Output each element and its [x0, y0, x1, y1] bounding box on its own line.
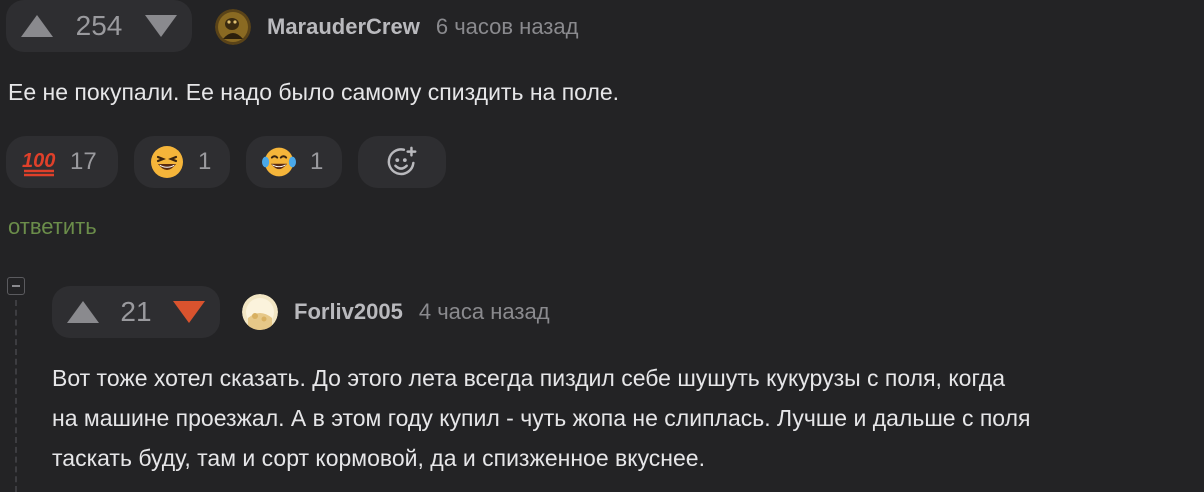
upvote-button[interactable]: [6, 15, 68, 37]
downvote-button[interactable]: [130, 15, 192, 37]
grinning-squinting-face-icon: [150, 145, 184, 179]
vote-widget: 21: [52, 286, 220, 338]
hundred-points-icon: 100: [22, 145, 56, 179]
comments-section: 254 MarauderCrew 6 часов назад Ее не пок…: [0, 0, 1204, 492]
vote-count: 21: [120, 296, 152, 327]
comment-timestamp[interactable]: 4 часа назад: [419, 299, 550, 325]
avatar[interactable]: [215, 9, 251, 45]
reaction-count: 1: [310, 148, 324, 175]
vote-widget: 254: [6, 0, 192, 52]
comment-text-line: на машине проезжал. А в этом году купил …: [52, 405, 1031, 431]
svg-text:100: 100: [22, 150, 55, 172]
add-reaction-button[interactable]: [358, 136, 446, 188]
reaction-tears-of-joy[interactable]: 1: [246, 136, 342, 188]
comment-text-line: Вот тоже хотел сказать. До этого лета вс…: [52, 365, 1006, 391]
upvote-button[interactable]: [52, 301, 114, 323]
author-name[interactable]: Forliv2005: [294, 299, 403, 325]
comment-text: Вот тоже хотел сказать. До этого лета вс…: [52, 358, 1202, 478]
vote-count: 254: [75, 10, 123, 41]
comment-timestamp[interactable]: 6 часов назад: [436, 14, 579, 40]
collapse-thread-button[interactable]: [7, 277, 25, 295]
reaction-count: 1: [198, 148, 212, 175]
comment-header: MarauderCrew 6 часов назад: [215, 9, 578, 45]
downvote-arrow-icon: [145, 15, 177, 37]
reaction-hundred[interactable]: 100 17: [6, 136, 118, 188]
reaction-grin[interactable]: 1: [134, 136, 230, 188]
reply-link[interactable]: ответить: [8, 214, 97, 240]
tears-of-joy-face-icon: [262, 145, 296, 179]
reaction-count: 17: [70, 148, 97, 175]
upvote-arrow-icon: [21, 15, 53, 37]
downvote-arrow-icon: [173, 301, 205, 323]
author-name[interactable]: MarauderCrew: [267, 14, 420, 40]
avatar[interactable]: [242, 294, 278, 330]
upvote-arrow-icon: [67, 301, 99, 323]
comment-text-line: таскать буду, там и сорт кормовой, да и …: [52, 445, 705, 471]
thread-line[interactable]: [15, 300, 17, 492]
minus-icon: [12, 285, 20, 287]
reactions-bar: 100 17 1 1: [6, 136, 446, 188]
comment-header: Forliv2005 4 часа назад: [242, 294, 550, 330]
downvote-button[interactable]: [158, 301, 220, 323]
comment-text: Ее не покупали. Ее надо было самому спиз…: [8, 79, 620, 105]
add-reaction-icon: [385, 145, 419, 179]
